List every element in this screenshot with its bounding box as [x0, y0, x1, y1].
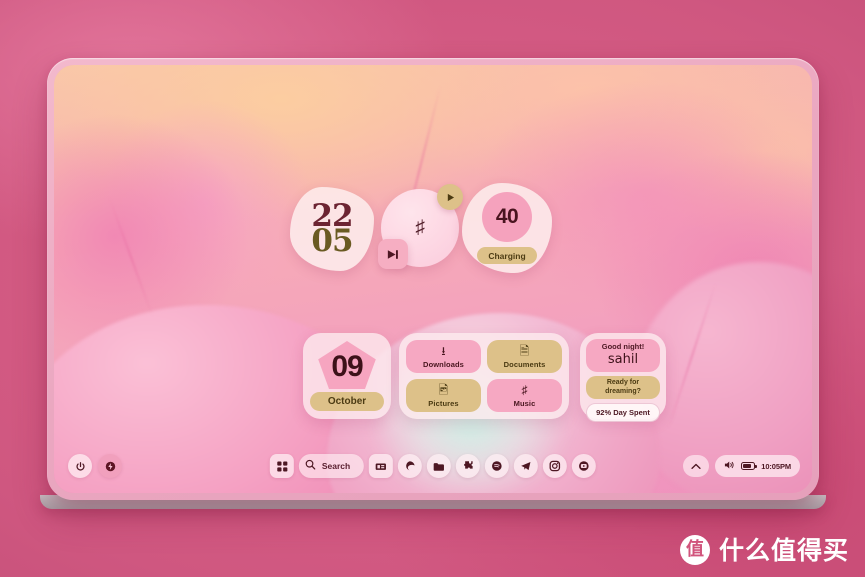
instagram-icon — [549, 460, 561, 472]
image-icon: 🖻 — [438, 382, 449, 397]
folder-shortcuts-widget: ⭳ Downloads 🗎 Documents 🖻 Pictures ♯ Mus… — [399, 333, 569, 419]
battery-status-badge: Charging — [477, 247, 537, 264]
folder-label: Pictures — [428, 398, 459, 408]
clock-widget[interactable]: 22 05 — [290, 187, 374, 271]
taskbar: Search 10:05PM — [54, 453, 812, 487]
edge-icon — [406, 461, 415, 471]
chevron-up-icon — [691, 463, 701, 469]
music-note-icon: ♯ — [415, 217, 425, 238]
flash-icon — [105, 461, 115, 471]
desktop-screen: 22 05 ♯ 40 Charging 09 October ⭳ Downloa… — [54, 65, 812, 493]
puzzle-icon — [464, 461, 473, 469]
clock-time-stack: 22 05 — [311, 200, 353, 259]
battery-icon[interactable] — [741, 462, 758, 470]
taskbar-app-widgets[interactable] — [369, 454, 394, 478]
taskbar-center-group: Search — [269, 453, 597, 479]
tray-clock[interactable]: 10:05PM — [761, 462, 791, 471]
greeting-username: sahil — [607, 351, 639, 367]
clock-minutes: 05 — [311, 223, 353, 259]
greeting-header: Good night! sahil — [586, 339, 660, 372]
document-icon: 🗎 — [519, 343, 530, 358]
day-spent-badge: 92% Day Spent — [586, 403, 660, 423]
spotify-icon — [492, 461, 502, 471]
taskbar-left-group — [68, 453, 122, 479]
download-icon: ⭳ — [441, 343, 446, 358]
folder-label: Downloads — [423, 359, 464, 369]
taskbar-app-youtube[interactable] — [572, 454, 597, 478]
greeting-prompt-line1: Ready for — [606, 378, 640, 386]
date-month: October — [310, 392, 384, 411]
telegram-icon — [521, 462, 531, 471]
taskbar-app-edge[interactable] — [398, 454, 423, 478]
folder-label: Documents — [503, 359, 546, 369]
start-button[interactable] — [269, 454, 294, 478]
taskbar-app-telegram[interactable] — [514, 454, 539, 478]
greeting-prompt-line2: dreaming? — [605, 387, 641, 395]
search-input[interactable]: Search — [322, 461, 350, 471]
power-icon — [75, 461, 85, 471]
taskbar-app-instagram[interactable] — [543, 454, 568, 478]
folder-tile-downloads[interactable]: ⭳ Downloads — [406, 340, 481, 373]
next-track-button[interactable] — [378, 239, 408, 269]
widgets-icon — [376, 463, 387, 470]
start-grid-icon — [276, 460, 287, 472]
folder-tile-music[interactable]: ♯ Music — [487, 379, 562, 412]
taskbar-app-file-explorer[interactable] — [427, 454, 452, 478]
power-button[interactable] — [68, 454, 92, 478]
tray-status-pill[interactable]: 10:05PM — [715, 455, 800, 477]
tray-show-hidden-button[interactable] — [683, 455, 710, 477]
date-day: 09 — [331, 349, 363, 383]
watermark-text: 什么值得买 — [718, 535, 849, 565]
play-icon — [447, 193, 454, 201]
play-button[interactable] — [437, 184, 463, 210]
search-icon — [305, 459, 316, 473]
battery-widget[interactable]: 40 Charging — [462, 183, 552, 273]
date-shape: 09 — [317, 341, 377, 392]
laptop-device-frame: 22 05 ♯ 40 Charging 09 October ⭳ Downloa… — [47, 58, 819, 500]
date-widget[interactable]: 09 October — [303, 333, 391, 419]
watermark-badge: 值 — [679, 535, 710, 565]
folder-tile-documents[interactable]: 🗎 Documents — [487, 340, 562, 373]
youtube-icon — [579, 461, 589, 471]
battery-percent: 40 — [482, 192, 532, 242]
search-box[interactable]: Search — [298, 454, 365, 478]
power-saver-button[interactable] — [98, 454, 122, 478]
greeting-widget: Good night! sahil Ready for dreaming? 92… — [580, 333, 666, 423]
page-background: 22 05 ♯ 40 Charging 09 October ⭳ Downloa… — [0, 0, 865, 577]
watermark: 值 什么值得买 — [679, 535, 849, 565]
folder-label: Music — [513, 398, 536, 408]
greeting-hello: Good night! — [601, 342, 645, 351]
folder-icon — [434, 462, 445, 471]
system-tray: 10:05PM — [683, 453, 800, 479]
next-track-icon — [387, 249, 398, 259]
music-note-icon: ♯ — [521, 382, 528, 397]
taskbar-app-spotify[interactable] — [485, 454, 510, 478]
greeting-prompt[interactable]: Ready for dreaming? — [586, 375, 660, 400]
volume-icon[interactable] — [724, 460, 735, 473]
folder-tile-pictures[interactable]: 🖻 Pictures — [406, 379, 481, 412]
taskbar-app-extensions[interactable] — [456, 454, 481, 478]
